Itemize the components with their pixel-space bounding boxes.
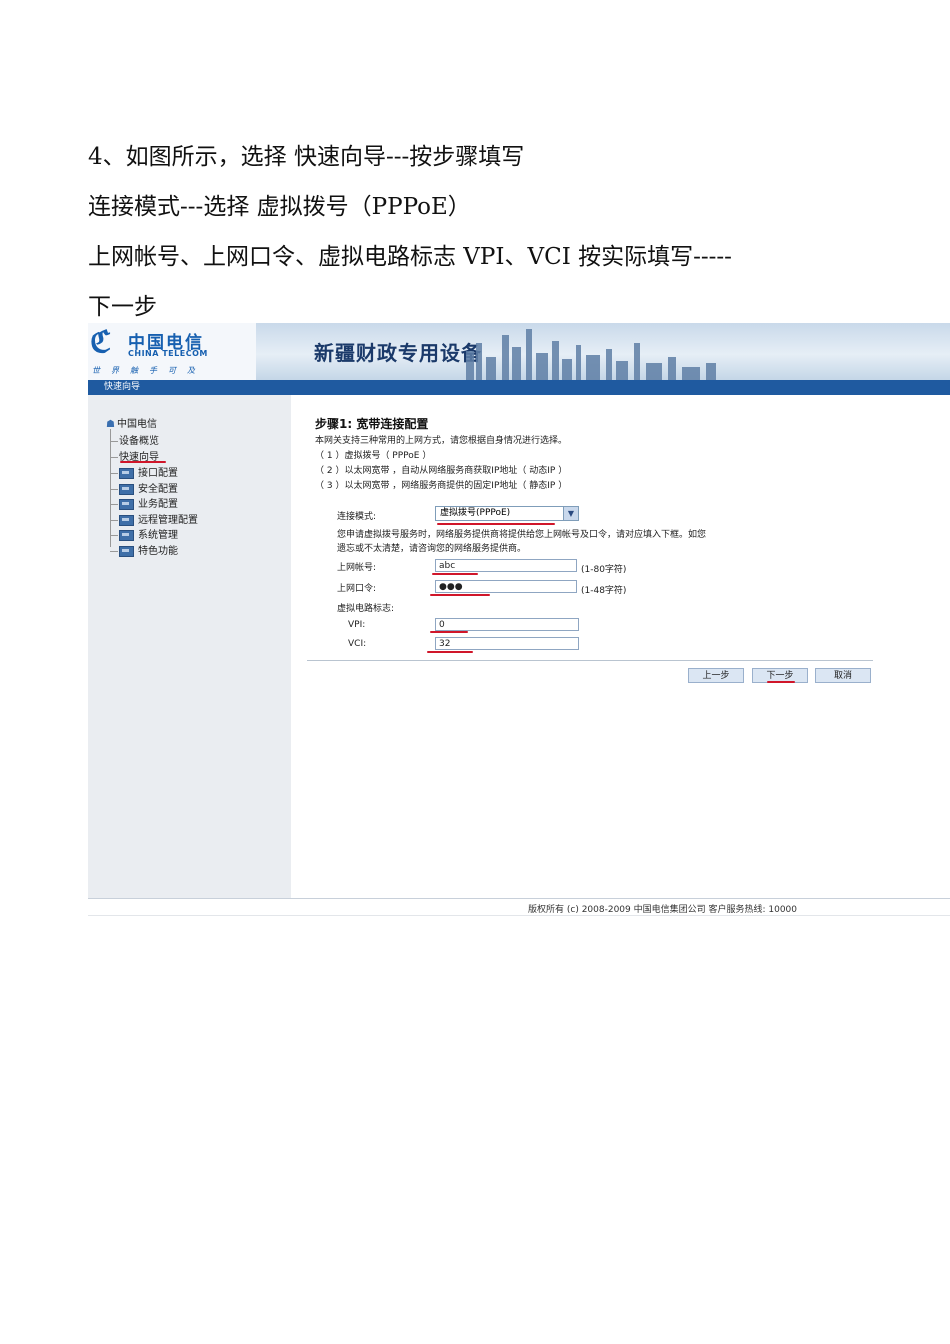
account-hint: (1-80字符): [581, 565, 627, 575]
step-title: 步骤1: 宽带连接配置: [315, 417, 429, 431]
sidebar-item-special-features[interactable]: 特色功能: [110, 542, 178, 557]
sidebar-item-security-config[interactable]: 安全配置: [110, 480, 178, 495]
main-content: 步骤1: 宽带连接配置 本网关支持三种常用的上网方式，请您根据自身情况进行选择。…: [291, 395, 950, 898]
annotation-underline-vci: [427, 651, 473, 653]
sidebar-item-interface-config[interactable]: 接口配置: [110, 464, 178, 479]
menu-quick-wizard[interactable]: 快速向导: [104, 380, 140, 395]
top-menu-bar: 快速向导: [88, 380, 950, 395]
folder-icon: [119, 498, 134, 510]
sidebar-root[interactable]: ☗ 中国电信: [106, 415, 157, 430]
logo-english-text: CHINA TELECOM: [128, 349, 208, 358]
doc-line-4: 下一步: [88, 294, 157, 320]
doc-line-3: 上网帐号、上网口令、虚拟电路标志 VPI、VCI 按实际填写-----: [88, 244, 732, 270]
annotation-underline-vpi: [430, 631, 468, 633]
folder-icon: [119, 545, 134, 557]
footer-copyright: 版权所有 (c) 2008-2009 中国电信集团公司 客户服务热线: 1000…: [528, 905, 797, 915]
password-label: 上网口令:: [337, 584, 377, 594]
folder-icon: [119, 529, 134, 541]
logo-slogan: 世界触手可及: [92, 366, 206, 375]
vci-label: VCI:: [348, 639, 367, 649]
sidebar-root-label: 中国电信: [116, 419, 157, 430]
sidebar-item-device-overview[interactable]: 设备概览: [110, 432, 159, 447]
doc-line-2: 连接模式---选择 虚拟拨号（PPPoE）: [88, 194, 471, 220]
vci-input[interactable]: 32: [435, 637, 579, 650]
option-1: （ 1 ）虚拟拨号（ PPPoE ）: [315, 451, 432, 461]
china-telecom-logo: ℭ 中国电信 CHINA TELECOM 世界触手可及: [88, 323, 256, 380]
virtual-circuit-label: 虚拟电路标志:: [337, 604, 395, 614]
footer-bottom-divider: [88, 915, 950, 916]
city-skyline-icon: [466, 329, 716, 380]
mode-label: 连接模式:: [337, 512, 377, 522]
chevron-down-icon[interactable]: ▼: [563, 507, 578, 520]
vpi-label: VPI:: [348, 620, 366, 630]
account-input[interactable]: abc: [435, 559, 577, 572]
annotation-underline-password: [430, 594, 490, 596]
annotation-underline-next: [767, 681, 795, 683]
intro-text: 本网关支持三种常用的上网方式，请您根据自身情况进行选择。: [315, 436, 568, 446]
sidebar-item-remote-mgmt[interactable]: 远程管理配置: [110, 511, 198, 526]
password-input[interactable]: ●●●: [435, 580, 577, 593]
telecom-logo-icon: ℭ: [90, 325, 112, 360]
folder-icon: [119, 467, 134, 479]
annotation-underline-account: [432, 573, 478, 575]
hint-line-1: 您申请虚拟拨号服务时，网络服务提供商将提供给您上网帐号及口令，请对应填入下框。如…: [337, 530, 707, 540]
annotation-underline-mode: [437, 523, 555, 525]
option-2: （ 2 ）以太网宽带 ，自动从网络服务商获取IP地址（ 动态IP ）: [315, 466, 568, 476]
option-3: （ 3 ）以太网宽带 ，网络服务商提供的固定IP地址（ 静态IP ）: [315, 481, 568, 491]
banner-image: 新疆财政专用设备: [256, 323, 950, 380]
prev-button[interactable]: 上一步: [688, 668, 744, 683]
doc-line-1: 4、如图所示，选择 快速向导---按步骤填写: [88, 144, 525, 170]
footer-divider: [88, 898, 950, 899]
sidebar-nav: ☗ 中国电信 设备概览 快速向导 接口配置 安全配置 业务配置 远程管理配置 系统…: [88, 395, 291, 898]
hint-line-2: 遗忘或不太清楚，请咨询您的网络服务提供商。: [337, 544, 527, 554]
folder-icon: [119, 514, 134, 526]
header-banner: ℭ 中国电信 CHINA TELECOM 世界触手可及 新疆财政专用设备: [88, 323, 950, 380]
connection-mode-select[interactable]: 虚拟拨号(PPPoE) ▼: [435, 506, 579, 521]
connection-mode-value: 虚拟拨号(PPPoE): [440, 508, 511, 518]
form-separator: [307, 660, 873, 661]
sidebar-item-system-mgmt[interactable]: 系统管理: [110, 526, 178, 541]
sidebar-item-service-config[interactable]: 业务配置: [110, 495, 178, 510]
router-ui-screenshot: ℭ 中国电信 CHINA TELECOM 世界触手可及 新疆财政专用设备 快速向…: [88, 323, 950, 918]
folder-icon: [119, 483, 134, 495]
vpi-input[interactable]: 0: [435, 618, 579, 631]
password-hint: (1-48字符): [581, 586, 627, 596]
account-label: 上网帐号:: [337, 563, 377, 573]
annotation-underline-quick-wizard: [120, 461, 166, 463]
cancel-button[interactable]: 取消: [815, 668, 871, 683]
